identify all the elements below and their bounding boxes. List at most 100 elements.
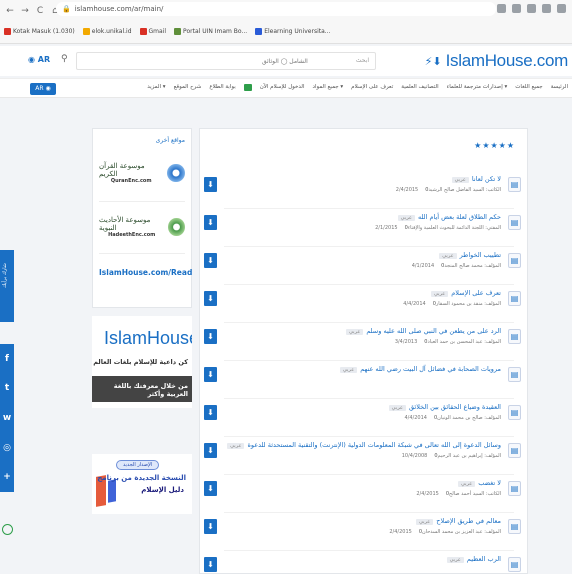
list-item: ⬇ ▤ مرويات الصحابة في فضائل آل البيت رضي ا… — [200, 361, 527, 399]
language-badge: عربي — [346, 329, 364, 335]
download-icon[interactable]: ⬇ — [204, 481, 217, 496]
download-icon[interactable]: ⬇ — [204, 557, 217, 572]
download-icon[interactable]: ⬇ — [204, 443, 217, 458]
search-icon[interactable]: ⚲ — [61, 54, 68, 64]
item-date: 4/1/2014 — [411, 263, 435, 269]
new-icon — [243, 84, 252, 91]
download-icon[interactable]: ⬇ — [204, 367, 217, 382]
banner-decoration — [108, 479, 116, 503]
item-title-link[interactable]: مرويات الصحابة في فضائل آل البيت رضي الل… — [339, 365, 501, 373]
forward-icon[interactable]: → — [20, 5, 30, 17]
bookmark-item[interactable]: Gmail — [139, 27, 166, 35]
telegram-icon[interactable]: ◎ — [3, 443, 11, 453]
document-icon: ▤ — [508, 405, 521, 420]
item-title-link[interactable]: لا تغضبعربي — [457, 479, 501, 487]
bookmarks-bar: Kotak Masuk (1.030) elok.unikal.id Gmail Po… — [4, 24, 331, 38]
url-text: islamhouse.com/ar/main/ — [74, 5, 164, 13]
download-icon[interactable]: ⬇ — [204, 177, 217, 192]
document-icon: ▤ — [508, 329, 521, 344]
menu-item[interactable]: المزيد ▾ — [147, 84, 165, 91]
profile-icon[interactable] — [557, 4, 566, 13]
menu-item[interactable]: تعرف على الإسلام — [351, 84, 393, 91]
search-scope-options[interactable]: الشامل ◯ الوثائق — [262, 58, 308, 65]
app-banner[interactable]: الإصدار الجديد النسخة الجديدة من برنامج … — [92, 454, 192, 514]
download-icon[interactable]: ⬇ — [204, 519, 217, 534]
menu-item[interactable]: شرح الموقع — [174, 84, 202, 91]
item-meta: المؤلف: منقذ بن محمود السقار4/4/2014 0 — [403, 301, 501, 307]
more-share-icon[interactable]: + — [3, 472, 11, 482]
search-input[interactable]: ابحث — [76, 52, 376, 70]
item-title-link[interactable]: وسائل الدعوة إلى الله تعالى في شبكة المع… — [227, 441, 501, 449]
item-author: المؤلف: عبد العزيز بن محمد السدحان — [422, 529, 501, 535]
bookmark-item[interactable]: Elearning Universita... — [255, 27, 331, 35]
facebook-icon[interactable]: f — [5, 354, 9, 364]
menu-item[interactable]: الدخول للإسلام الآن — [260, 84, 305, 91]
language-badge: عربي — [446, 557, 464, 563]
item-title: الرب العظيم — [466, 555, 501, 563]
document-icon: ▤ — [508, 481, 521, 496]
language-badge: عربي — [457, 481, 476, 487]
download-icon[interactable]: ⬇ — [204, 329, 217, 344]
item-title-link[interactable]: الرد على من يطعن في النبي صلى الله عليه … — [346, 327, 501, 335]
whatsapp-share-icon[interactable]: w — [3, 413, 11, 423]
document-icon: ▤ — [508, 557, 521, 572]
item-meta: المؤلف: محمد صالح المنجد4/1/2014 0 — [412, 263, 501, 269]
twitter-icon[interactable]: t — [5, 383, 9, 393]
quranenc-card[interactable]: موسوعة القرآن الكريم QuranEnc.com — [99, 155, 185, 191]
site-logo[interactable]: ⚡⬇ IslamHouse.com — [425, 51, 569, 71]
address-bar[interactable]: 🔒 islamhouse.com/ar/main/ — [56, 2, 496, 16]
whatsapp-icon[interactable] — [2, 524, 13, 535]
item-title-link[interactable]: العقيدة وضياع الحقائق بين الخلائقعربي — [388, 403, 501, 411]
download-icon[interactable]: ⬇ — [204, 253, 217, 268]
language-button[interactable]: ◉ AR — [28, 55, 50, 64]
extension-icon[interactable] — [512, 4, 521, 13]
document-icon: ▤ — [508, 177, 521, 192]
bookmark-item[interactable]: Kotak Masuk (1.030) — [4, 27, 75, 35]
social-share-bar: f t w ◎ + — [0, 344, 14, 492]
item-author: المؤلف: منقذ بن محمود السقار — [435, 301, 501, 307]
extension-icon[interactable] — [542, 4, 551, 13]
bookmark-item[interactable]: elok.unikal.id — [82, 27, 132, 35]
menu-item[interactable]: إصدارات مترجمة للعلماء ▾ — [447, 84, 508, 91]
menu-item[interactable]: التصانيف العلمية — [401, 84, 438, 91]
item-title-link[interactable]: معالم في طريق الإصلاحعربي — [415, 517, 501, 525]
bookmark-item[interactable]: Portal UIN Imam Bo... — [174, 27, 247, 35]
rating-stars: ★★★★★ — [474, 141, 515, 150]
language-badge: عربي — [388, 405, 406, 411]
language-badge: عربي — [339, 367, 358, 373]
item-date: 4/4/2014 — [403, 301, 426, 307]
download-icon[interactable]: ⬇ — [204, 215, 217, 230]
dawah-banner[interactable]: IslamHouse.com كن داعية للإسلام بلغات ال… — [92, 316, 192, 408]
divider — [99, 253, 185, 254]
item-meta: المؤلف: إبراهيم بن عبد الرحيم10/4/2008 0 — [402, 453, 501, 459]
list-item: ⬇ ▤ معالم في طريق الإصلاحعربي المؤلف: عبد ا… — [200, 513, 527, 551]
item-date: 10/4/2008 — [401, 453, 428, 459]
item-title-link[interactable]: الرب العظيمعربي — [446, 555, 501, 563]
extension-icon[interactable] — [527, 4, 536, 13]
list-item: ⬇ ▤ الرب العظيمعربي — [200, 551, 527, 573]
menu-item[interactable]: الرئيسة — [551, 84, 568, 91]
document-icon: ▤ — [508, 443, 521, 458]
menu-item[interactable]: جميع المواد ▾ — [313, 84, 344, 91]
extension-icon[interactable] — [497, 4, 506, 13]
download-icon[interactable]: ⬇ — [204, 291, 217, 306]
download-icon[interactable]: ⬇ — [204, 405, 217, 420]
item-date: 2/4/2015 — [395, 187, 419, 193]
item-title-link[interactable]: تطييب الخواطرعربي — [439, 251, 501, 259]
item-title-link[interactable]: تعرف على الإسلامعربي — [430, 289, 501, 297]
item-author: المؤلف: صالح بن محمد الونيان — [437, 415, 501, 421]
islamhouse-read-link[interactable]: IslamHouse.com/Read — [99, 257, 192, 287]
item-title-link[interactable]: لا تكن لعاناعربي — [451, 175, 501, 183]
menu-language-label: AR — [35, 85, 44, 92]
back-icon[interactable]: ← — [5, 5, 15, 17]
menu-language-select[interactable]: AR ◉ — [30, 83, 56, 95]
reload-icon[interactable]: C — [35, 5, 45, 17]
item-title: حكم الطلاق لعلة بعض أيام الله — [417, 213, 501, 221]
language-badge: عربي — [397, 215, 415, 221]
menu-item[interactable]: جميع اللغات — [515, 84, 542, 91]
item-title-link[interactable]: حكم الطلاق لعلة بعض أيام اللهعربي — [397, 213, 501, 221]
hadeethenc-card[interactable]: موسوعة الأحاديث النبوية HadeethEnc.com — [99, 209, 185, 245]
main-menu: AR ◉ الرئيسة جميع اللغات إصدارات مترجمة لل… — [0, 78, 572, 98]
menu-item[interactable]: بوابة الطلاع — [209, 84, 235, 91]
bookmark-label: Kotak Masuk (1.030) — [13, 27, 75, 35]
